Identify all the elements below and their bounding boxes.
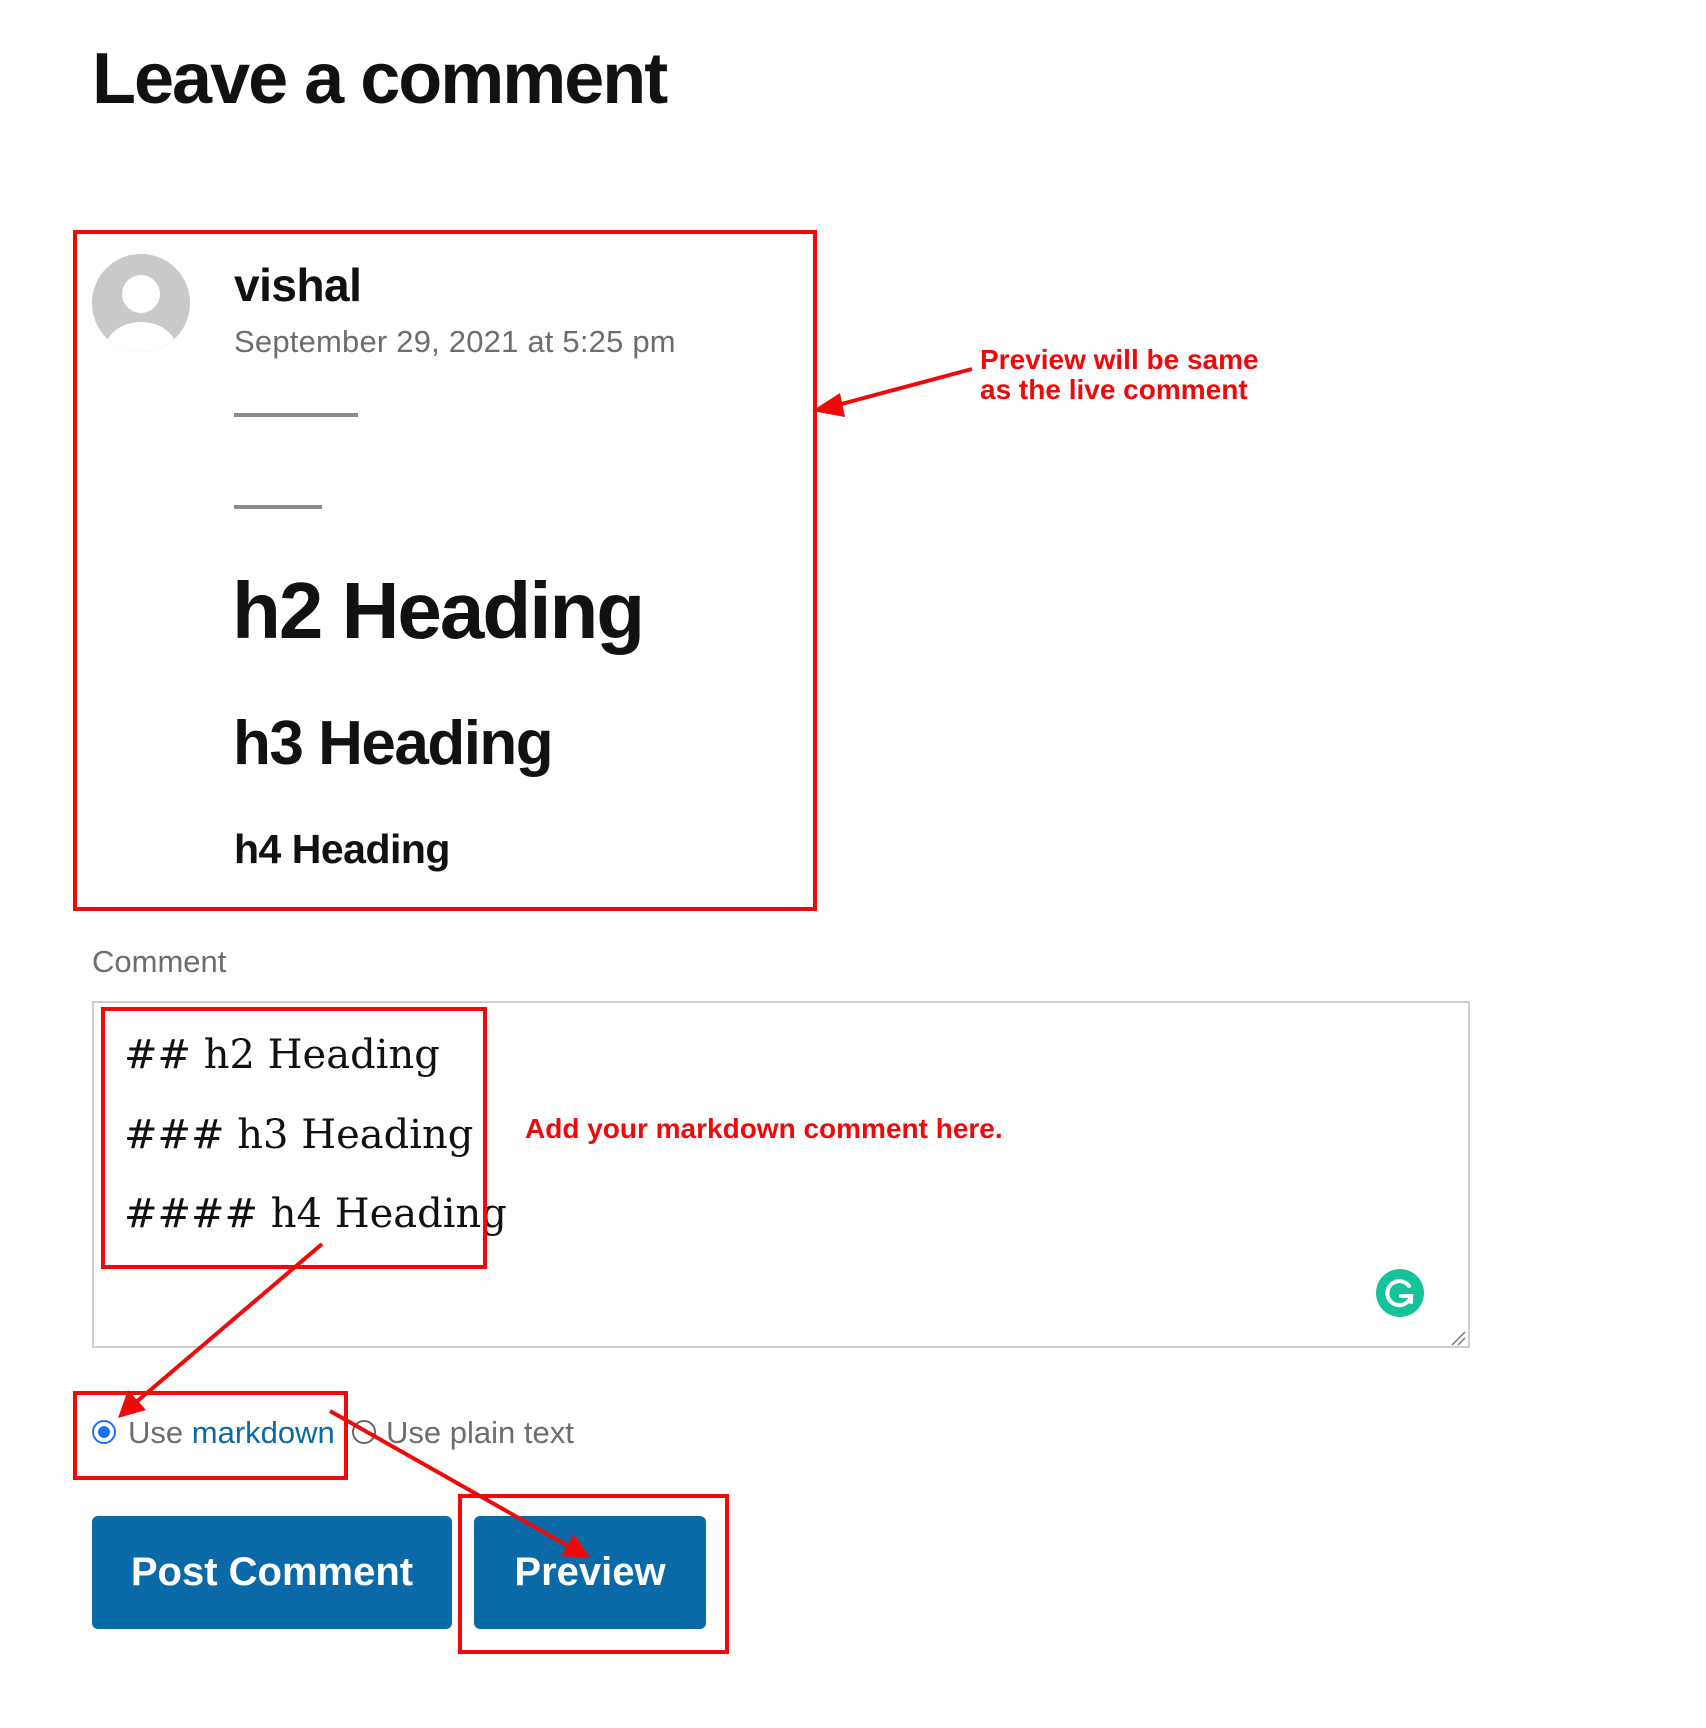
markdown-text-highlight-box xyxy=(101,1007,487,1269)
resize-handle-icon[interactable] xyxy=(1450,1330,1466,1346)
comment-label: Comment xyxy=(92,944,227,979)
markdown-option-highlight-box xyxy=(73,1391,348,1480)
preview-annotation: Preview will be same as the live comment xyxy=(980,345,1259,405)
post-comment-button[interactable]: Post Comment xyxy=(92,1516,452,1629)
use-plain-text-radio[interactable] xyxy=(352,1420,376,1444)
preview-annotation-line: as the live comment xyxy=(980,374,1248,405)
separator-line xyxy=(234,413,358,417)
preview-h4-heading: h4 Heading xyxy=(234,826,450,872)
preview-h3-heading: h3 Heading xyxy=(233,709,554,778)
preview-button-highlight-box xyxy=(458,1494,729,1654)
default-avatar-icon xyxy=(92,254,190,352)
page-title: Leave a comment xyxy=(92,39,668,119)
comment-date: September 29, 2021 at 5:25 pm xyxy=(234,324,676,359)
preview-h2-heading: h2 Heading xyxy=(232,566,645,655)
preview-annotation-line: Preview will be same xyxy=(980,344,1259,375)
grammarly-icon[interactable] xyxy=(1376,1269,1424,1317)
separator-line xyxy=(234,505,322,509)
markdown-annotation: Add your markdown comment here. xyxy=(525,1113,1003,1144)
comment-author: vishal xyxy=(234,259,362,311)
arrow-to-preview xyxy=(812,367,973,417)
use-plain-text-label[interactable]: Use plain text xyxy=(386,1415,574,1451)
